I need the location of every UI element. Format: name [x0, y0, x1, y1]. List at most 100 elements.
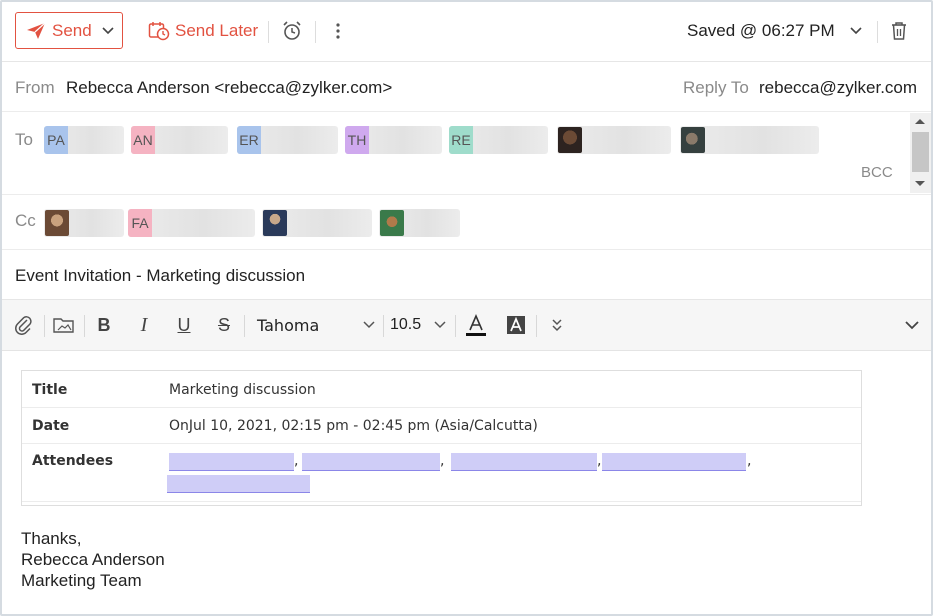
format-divider [455, 315, 456, 337]
send-icon [27, 22, 46, 39]
toolbar-divider [268, 21, 269, 43]
attach-button[interactable] [12, 313, 36, 337]
avatar [558, 127, 582, 153]
collapse-toolbar-button[interactable] [900, 313, 924, 337]
recipient-initials: RE [449, 126, 473, 154]
recipient-chip[interactable] [44, 209, 124, 237]
image-folder-icon [53, 318, 74, 333]
underline-icon: U [177, 314, 191, 335]
text-color-button[interactable] [464, 313, 488, 337]
avatar [263, 210, 287, 236]
bold-button[interactable]: B [92, 313, 116, 337]
chevron-down-icon [850, 27, 862, 35]
recipient-initials: ER [237, 126, 261, 154]
compose-window: Send Send Later Saved @ 06:27 PM From Re… [0, 0, 933, 616]
to-row: To PA AN ER TH RE BCC [2, 112, 931, 195]
avatar [45, 210, 69, 236]
from-row: From Rebecca Anderson <rebecca@zylker.co… [2, 62, 931, 112]
font-family-value: Tahoma [257, 315, 320, 335]
scroll-down-icon[interactable] [915, 181, 925, 186]
cc-row: Cc FA [2, 195, 931, 250]
event-date-label: Date [32, 418, 70, 434]
recipient-chip[interactable]: RE [449, 126, 548, 154]
attendee-link[interactable] [167, 475, 310, 493]
highlight-color-button[interactable] [504, 313, 528, 337]
event-title-value: Marketing discussion [169, 382, 316, 398]
attendee-link[interactable] [451, 453, 597, 471]
event-details-table: Title Marketing discussion Date OnJul 10… [21, 370, 862, 506]
insert-image-button[interactable] [52, 313, 76, 337]
table-row: Title Marketing discussion [22, 371, 861, 408]
scroll-up-icon[interactable] [915, 119, 925, 124]
from-label: From [15, 78, 55, 97]
bcc-link[interactable]: BCC [861, 164, 893, 181]
discard-button[interactable] [887, 19, 911, 43]
reminder-button[interactable] [280, 19, 304, 43]
signature-name: Rebecca Anderson [21, 550, 165, 569]
attendee-separator: , [294, 453, 299, 469]
font-size-select[interactable]: 10.5 [390, 313, 450, 337]
attendee-link[interactable] [302, 453, 440, 471]
recipient-chip[interactable] [680, 126, 819, 154]
recipient-chip[interactable]: FA [128, 209, 255, 237]
recipient-initials: PA [44, 126, 68, 154]
event-title-label: Title [32, 382, 68, 398]
chevron-down-icon [434, 321, 446, 329]
italic-button[interactable]: I [132, 313, 156, 337]
chevron-down-icon [363, 321, 375, 329]
send-later-button[interactable]: Send Later [148, 12, 258, 49]
scrollbar-thumb[interactable] [912, 132, 929, 172]
recipient-chip[interactable] [262, 209, 372, 237]
trash-icon [892, 22, 906, 40]
reply-to-address[interactable]: rebecca@zylker.com [759, 78, 917, 98]
chevron-down-icon[interactable] [102, 26, 114, 35]
format-divider [84, 315, 85, 337]
font-family-select[interactable]: Tahoma [257, 313, 377, 337]
saved-menu-toggle[interactable] [844, 19, 868, 43]
table-row: Date OnJul 10, 2021, 02:15 pm - 02:45 pm… [22, 408, 861, 444]
underline-button[interactable]: U [172, 313, 196, 337]
compose-toolbar: Send Send Later Saved @ 06:27 PM [2, 2, 931, 62]
recipient-chip[interactable]: TH [345, 126, 442, 154]
format-toolbar: B I U S Tahoma 10.5 [2, 300, 931, 351]
background-color-icon [507, 316, 525, 334]
alarm-clock-icon [283, 21, 301, 40]
recipient-initials: TH [345, 126, 369, 154]
more-options-button[interactable] [326, 19, 350, 43]
attendee-link[interactable] [169, 453, 294, 471]
to-label: To [15, 130, 33, 149]
attendee-separator: , [747, 453, 752, 469]
recipient-chip[interactable] [557, 126, 671, 154]
recipient-chip[interactable]: PA [44, 126, 124, 154]
paperclip-icon [15, 316, 32, 335]
event-attendees-label: Attendees [32, 453, 114, 469]
text-color-icon [466, 313, 486, 336]
toolbar-divider [315, 21, 316, 43]
signature-team: Marketing Team [21, 571, 142, 590]
event-date-value: OnJul 10, 2021, 02:15 pm - 02:45 pm (Asi… [169, 418, 538, 434]
chevron-down-icon [905, 321, 919, 330]
send-button[interactable]: Send [15, 12, 123, 49]
double-chevron-down-icon [552, 319, 562, 332]
attendee-link[interactable] [602, 453, 746, 471]
recipient-initials: AN [131, 126, 155, 154]
subject-input[interactable]: Event Invitation - Marketing discussion [15, 266, 305, 286]
bold-icon: B [97, 314, 111, 335]
more-formatting-button[interactable] [545, 313, 569, 337]
recipient-chip[interactable] [379, 209, 460, 237]
toolbar-divider [877, 21, 878, 43]
strikethrough-button[interactable]: S [212, 313, 236, 337]
send-label: Send [52, 20, 92, 40]
avatar [380, 210, 404, 236]
more-vertical-icon [336, 23, 340, 39]
recipient-chip[interactable]: AN [131, 126, 228, 154]
recipients-scrollbar[interactable] [910, 113, 931, 193]
recipient-chip[interactable]: ER [237, 126, 338, 154]
signature-line: Thanks, [21, 529, 82, 548]
format-divider [244, 315, 245, 337]
subject-row: Event Invitation - Marketing discussion [2, 250, 931, 300]
message-body[interactable]: Title Marketing discussion Date OnJul 10… [2, 351, 931, 614]
send-later-label: Send Later [175, 20, 259, 40]
from-address[interactable]: Rebecca Anderson <rebecca@zylker.com> [66, 78, 392, 98]
schedule-icon [148, 21, 170, 40]
